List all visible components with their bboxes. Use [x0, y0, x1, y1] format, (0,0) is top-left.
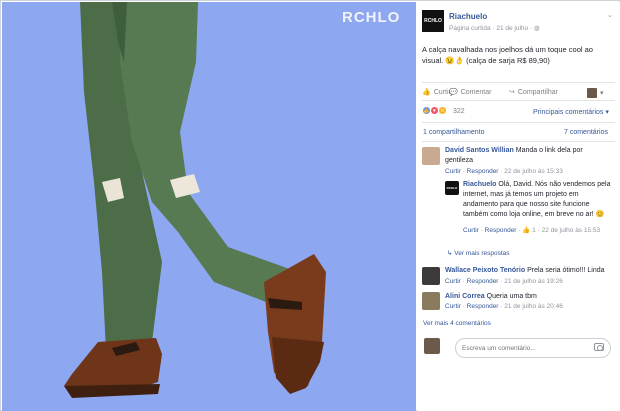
comment-label: Comentar	[460, 88, 492, 96]
more-comments-link[interactable]: Ver mais 4 comentários	[423, 320, 491, 327]
comment-text: Wallace Peixoto Tenório Prela seria ótim…	[445, 266, 613, 276]
thumbs-up-icon: 👍	[522, 227, 531, 234]
comment-like-link[interactable]: Curtir	[463, 227, 479, 234]
brand-watermark: RCHLO	[342, 9, 401, 26]
post-sidebar: RCHLO Riachuelo Página curtida · 21 de j…	[417, 2, 620, 411]
reaction-icons[interactable]: 👍 ♥ o	[422, 106, 447, 115]
comment-author[interactable]: Wallace Peixoto Tenório	[445, 267, 525, 274]
more-replies-link[interactable]: ↳ Ver mais respostas	[447, 249, 510, 257]
comment-author[interactable]: Riachuelo	[463, 181, 496, 188]
viewer-avatar-selector[interactable]: ▾	[587, 88, 604, 98]
comment-time[interactable]: 22 de julho às 15:33	[504, 168, 563, 175]
reply-arrow-icon: ↳	[447, 250, 453, 257]
comment-message: Queria uma tbm	[486, 293, 537, 300]
comment-text: Alini Correa Queria uma tbm	[445, 292, 613, 302]
post-text: A calça navalhada nos joelhos dá um toqu…	[422, 45, 593, 65]
jeans-photo-illustration	[2, 2, 416, 411]
post-meta: Página curtida · 21 de julho · ◍	[449, 24, 540, 32]
comment-reply-link[interactable]: Responder	[467, 278, 499, 285]
comment-author[interactable]: Alini Correa	[445, 293, 485, 300]
post-meta-text: Página curtida · 21 de julho ·	[449, 25, 533, 32]
divider	[422, 100, 615, 101]
avatar[interactable]	[422, 292, 440, 310]
comment-input-wrapper	[455, 338, 611, 358]
wow-reaction-icon: o	[438, 106, 447, 115]
avatar[interactable]: RCHLO	[445, 181, 459, 195]
comment-time[interactable]: 21 de julho às 20:46	[504, 303, 563, 310]
comment-reply-link[interactable]: Responder	[467, 303, 499, 310]
shares-link[interactable]: 1 compartilhamento	[423, 129, 484, 136]
post-photo[interactable]: RCHLO	[2, 2, 416, 411]
share-button[interactable]: ↪ Compartilhar	[509, 88, 558, 97]
camera-icon[interactable]	[594, 343, 604, 351]
comment-meta: Curtir · Responder · 👍 1 · 22 de julho à…	[463, 227, 601, 234]
comment-icon: 💬	[449, 89, 458, 96]
comment-like-count[interactable]: 1	[532, 227, 536, 234]
comment-meta: Curtir · Responder · 21 de julho às 19:2…	[445, 278, 563, 285]
page-name[interactable]: Riachuelo	[449, 12, 487, 21]
divider	[422, 122, 615, 123]
comment-time[interactable]: 21 de julho às 19:26	[504, 278, 563, 285]
comment-reply-link[interactable]: Responder	[467, 168, 499, 175]
reaction-count[interactable]: 322	[453, 108, 465, 115]
top-comments-dropdown[interactable]: Principais comentários ▾	[533, 108, 609, 116]
avatar[interactable]	[424, 338, 440, 354]
globe-icon: ◍	[533, 25, 540, 32]
thumbs-up-icon: 👍	[422, 89, 431, 96]
comment-button[interactable]: 💬 Comentar	[449, 88, 492, 97]
caret-down-icon: ▾	[600, 90, 604, 97]
facebook-post-viewer: RCHLO RCHLO Riachuelo Página curtida · 2…	[0, 0, 620, 411]
divider	[422, 82, 615, 83]
like-button[interactable]: 👍 Curtir	[422, 88, 451, 97]
more-replies-label: Ver mais respostas	[454, 250, 510, 257]
divider	[422, 141, 615, 142]
page-avatar[interactable]: RCHLO	[422, 10, 444, 32]
chevron-down-icon[interactable]: ⌄	[607, 11, 613, 19]
share-label: Compartilhar	[517, 88, 558, 96]
comment-like-link[interactable]: Curtir	[445, 303, 461, 310]
avatar[interactable]	[422, 267, 440, 285]
comment-reply-link[interactable]: Responder	[485, 227, 517, 234]
comment-message: Prela seria ótimo!!! Linda	[527, 267, 605, 274]
comment-text: Riachuelo Olá, David. Nós não vendemos p…	[463, 180, 611, 220]
share-icon: ↪	[509, 89, 515, 96]
comment-meta: Curtir · Responder · 21 de julho às 20:4…	[445, 303, 563, 310]
comment-meta: Curtir · Responder · 22 de julho às 15:3…	[445, 168, 563, 175]
comments-count-link[interactable]: 7 comentários	[564, 129, 608, 136]
avatar[interactable]	[422, 147, 440, 165]
comment-text: David Santos Willian Manda o link dela p…	[445, 146, 605, 166]
viewer-avatar	[587, 88, 597, 98]
comment-like-link[interactable]: Curtir	[445, 168, 461, 175]
comment-like-link[interactable]: Curtir	[445, 278, 461, 285]
comment-time[interactable]: 22 de julho às 15:53	[542, 227, 601, 234]
comment-author[interactable]: David Santos Willian	[445, 147, 514, 154]
comment-input[interactable]	[462, 339, 587, 357]
